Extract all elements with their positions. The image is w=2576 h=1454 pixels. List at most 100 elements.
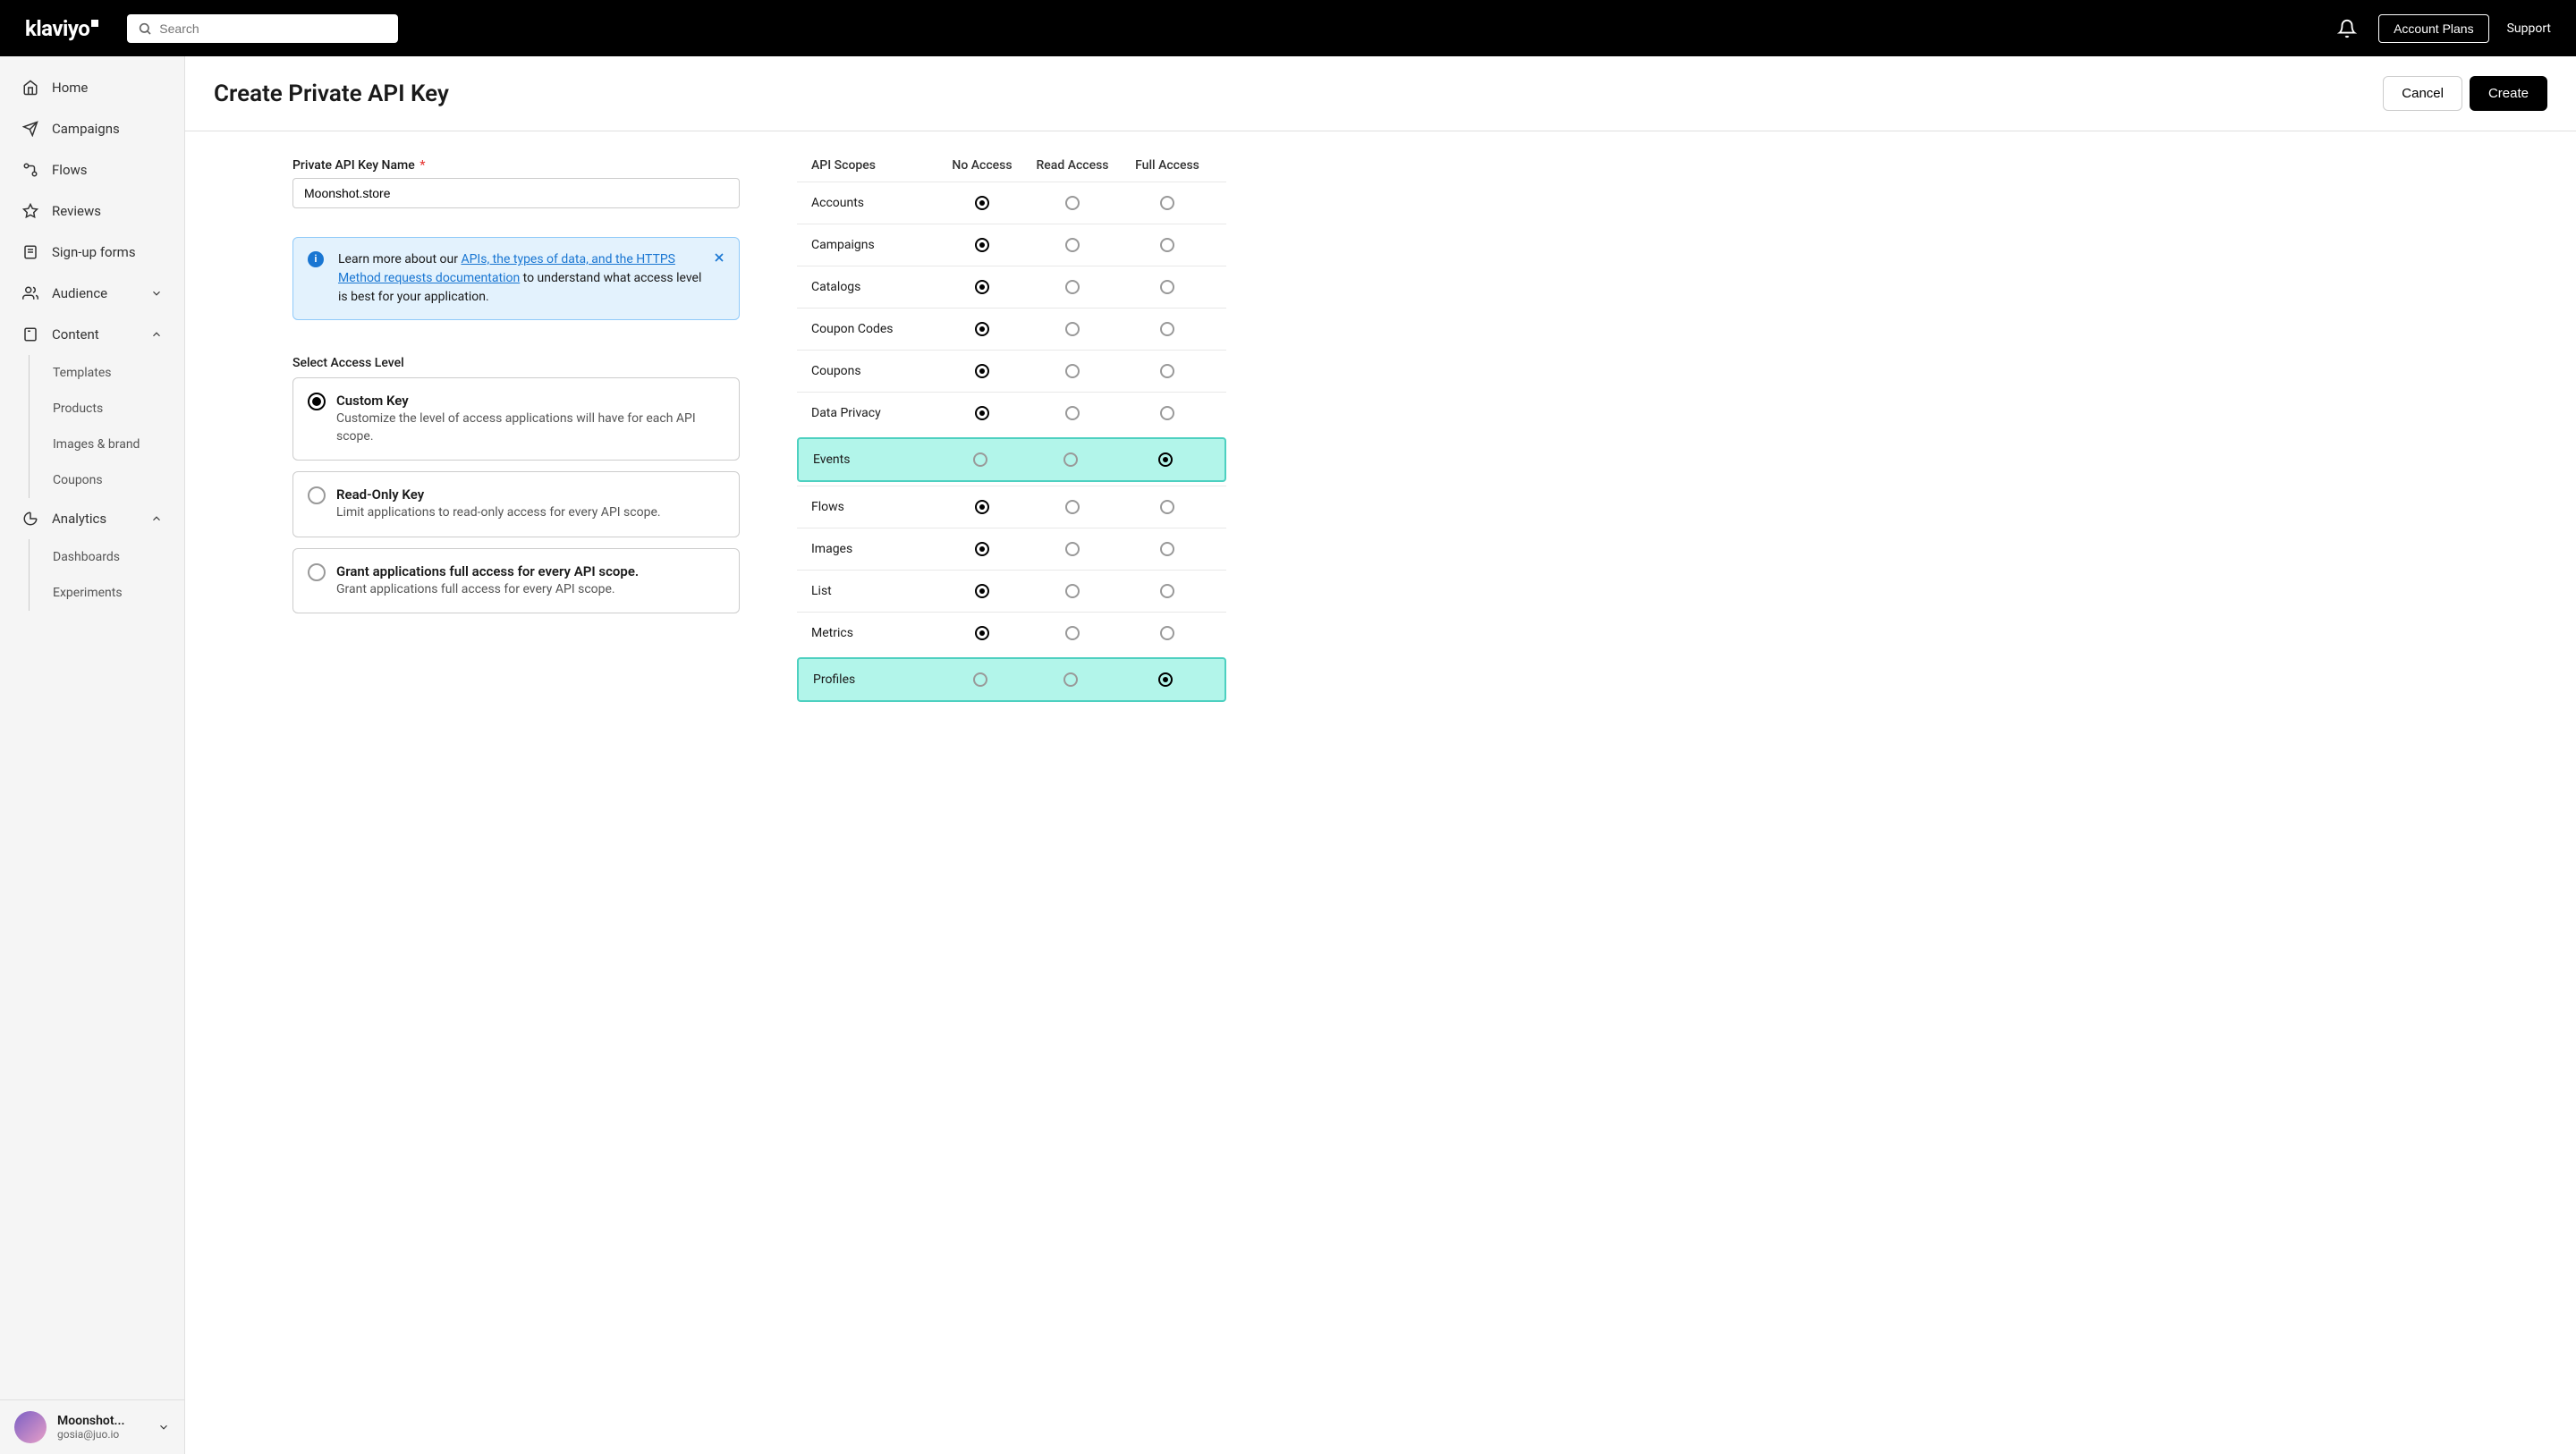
- scope-radio-full[interactable]: [1160, 196, 1174, 210]
- scope-radio-read[interactable]: [1065, 196, 1080, 210]
- scope-radio-read[interactable]: [1063, 452, 1078, 467]
- scope-radio-no[interactable]: [975, 364, 989, 378]
- scope-radio-no[interactable]: [975, 196, 989, 210]
- col-full-access: Full Access: [1123, 158, 1212, 173]
- option-desc: Grant applications full access for every…: [336, 581, 639, 599]
- sidebar: Home Campaigns Flows Reviews Sign-up for…: [0, 56, 185, 1454]
- info-box: i Learn more about our APIs, the types o…: [292, 237, 740, 320]
- notifications-button[interactable]: [2334, 15, 2360, 42]
- scope-radio-read[interactable]: [1065, 542, 1080, 556]
- scope-radio-full[interactable]: [1158, 672, 1173, 687]
- sidebar-item-content[interactable]: Content: [0, 314, 184, 355]
- scope-radio-read[interactable]: [1065, 364, 1080, 378]
- scope-radio-read[interactable]: [1065, 500, 1080, 514]
- option-desc: Limit applications to read-only access f…: [336, 504, 661, 522]
- page-actions: Cancel Create: [2383, 76, 2547, 111]
- scope-name: Catalogs: [811, 280, 942, 294]
- search-input[interactable]: [159, 21, 387, 36]
- scope-radio-full[interactable]: [1160, 280, 1174, 294]
- sidebar-subitem-products[interactable]: Products: [30, 391, 184, 427]
- sidebar-subitem-templates[interactable]: Templates: [30, 355, 184, 391]
- info-close-button[interactable]: [708, 247, 730, 268]
- scope-radio-full[interactable]: [1160, 322, 1174, 336]
- search-icon: [138, 21, 152, 36]
- access-option-full[interactable]: Grant applications full access for every…: [292, 548, 740, 614]
- access-option-readonly[interactable]: Read-Only Key Limit applications to read…: [292, 471, 740, 537]
- scope-row: Profiles: [797, 657, 1226, 702]
- scope-radio-full[interactable]: [1160, 406, 1174, 420]
- sidebar-item-reviews[interactable]: Reviews: [0, 190, 184, 232]
- scope-radio-read[interactable]: [1065, 406, 1080, 420]
- bell-icon: [2337, 19, 2357, 38]
- scope-name: Coupon Codes: [811, 322, 942, 336]
- scope-row: Campaigns: [797, 224, 1226, 266]
- sidebar-item-forms[interactable]: Sign-up forms: [0, 232, 184, 273]
- access-option-custom[interactable]: Custom Key Customize the level of access…: [292, 377, 740, 461]
- scope-radio-read[interactable]: [1065, 626, 1080, 640]
- scope-radio-full[interactable]: [1160, 238, 1174, 252]
- sidebar-subitem-images-brand[interactable]: Images & brand: [30, 427, 184, 462]
- scope-radio-no[interactable]: [975, 238, 989, 252]
- sidebar-subitem-coupons[interactable]: Coupons: [30, 462, 184, 498]
- sidebar-item-audience[interactable]: Audience: [0, 273, 184, 314]
- sidebar-item-label: Home: [52, 80, 88, 96]
- header-right: Account Plans Support: [2334, 14, 2551, 43]
- logo[interactable]: klaviyo: [25, 16, 98, 41]
- scope-radio-full[interactable]: [1160, 542, 1174, 556]
- scope-name: Campaigns: [811, 238, 942, 252]
- scopes-table: API Scopes No Access Read Access Full Ac…: [797, 158, 1226, 702]
- sidebar-subitem-experiments[interactable]: Experiments: [30, 575, 184, 611]
- required-star-icon: *: [419, 158, 425, 173]
- scope-radio-full[interactable]: [1160, 626, 1174, 640]
- scope-radio-no[interactable]: [975, 500, 989, 514]
- option-title: Read-Only Key: [336, 486, 661, 503]
- analytics-subgroup: Dashboards Experiments: [29, 539, 184, 611]
- scope-radio-no[interactable]: [975, 542, 989, 556]
- option-desc: Customize the level of access applicatio…: [336, 410, 724, 445]
- scope-radio-full[interactable]: [1160, 500, 1174, 514]
- scope-radio-full[interactable]: [1160, 364, 1174, 378]
- support-link[interactable]: Support: [2507, 21, 2551, 36]
- scope-radio-no[interactable]: [973, 452, 987, 467]
- sidebar-item-label: Reviews: [52, 203, 101, 219]
- sidebar-item-flows[interactable]: Flows: [0, 149, 184, 190]
- chevron-down-icon: [157, 1421, 170, 1433]
- send-icon: [21, 120, 39, 138]
- scope-radio-full[interactable]: [1158, 452, 1173, 467]
- scope-radio-no[interactable]: [975, 322, 989, 336]
- sidebar-subitem-dashboards[interactable]: Dashboards: [30, 539, 184, 575]
- sidebar-account[interactable]: Moonshot... gosia@juo.io: [0, 1399, 184, 1454]
- scope-name: Accounts: [811, 196, 942, 210]
- scope-radio-read[interactable]: [1065, 322, 1080, 336]
- scope-radio-no[interactable]: [973, 672, 987, 687]
- scope-radio-read[interactable]: [1065, 584, 1080, 598]
- scope-name: Images: [811, 542, 942, 556]
- radio-icon: [308, 486, 326, 504]
- sidebar-item-label: Sign-up forms: [52, 244, 136, 260]
- scopes-column: API Scopes No Access Read Access Full Ac…: [797, 158, 1226, 1427]
- sidebar-item-analytics[interactable]: Analytics: [0, 498, 184, 539]
- scope-radio-full[interactable]: [1160, 584, 1174, 598]
- option-title: Custom Key: [336, 393, 724, 409]
- scope-radio-no[interactable]: [975, 584, 989, 598]
- radio-icon: [308, 563, 326, 581]
- create-button[interactable]: Create: [2470, 76, 2547, 111]
- cancel-button[interactable]: Cancel: [2383, 76, 2462, 111]
- scope-radio-read[interactable]: [1065, 280, 1080, 294]
- scope-radio-no[interactable]: [975, 626, 989, 640]
- scope-radio-read[interactable]: [1063, 672, 1078, 687]
- account-plans-button[interactable]: Account Plans: [2378, 14, 2489, 43]
- people-icon: [21, 284, 39, 302]
- radio-icon: [308, 393, 326, 410]
- scope-row: Coupons: [797, 350, 1226, 392]
- page-title: Create Private API Key: [214, 80, 449, 107]
- scope-radio-read[interactable]: [1065, 238, 1080, 252]
- sidebar-item-home[interactable]: Home: [0, 67, 184, 108]
- scope-radio-no[interactable]: [975, 406, 989, 420]
- form-column: Private API Key Name * i Learn more abou…: [292, 158, 740, 1427]
- sidebar-item-campaigns[interactable]: Campaigns: [0, 108, 184, 149]
- search-box[interactable]: [127, 14, 398, 43]
- api-key-name-input[interactable]: [292, 178, 740, 208]
- sidebar-item-label: Audience: [52, 285, 107, 301]
- scope-radio-no[interactable]: [975, 280, 989, 294]
